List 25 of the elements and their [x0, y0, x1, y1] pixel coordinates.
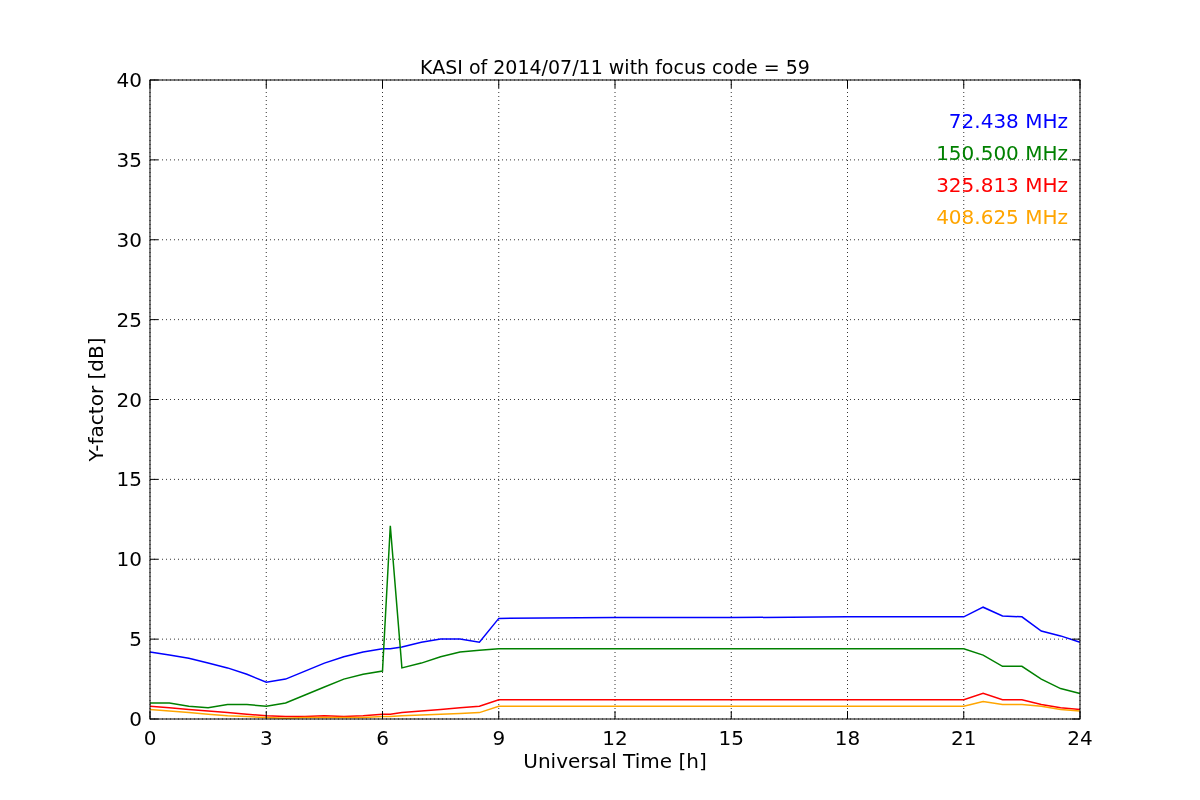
x-tick-label: 0 — [143, 726, 157, 750]
legend-label: 72.438 MHz — [948, 109, 1068, 133]
y-tick-label: 15 — [116, 467, 142, 492]
y-tick-label: 20 — [116, 387, 142, 412]
x-tick-label: 21 — [951, 726, 977, 750]
x-tick-label: 6 — [376, 726, 389, 750]
x-tick-label: 18 — [834, 726, 861, 750]
y-tick-label: 10 — [116, 547, 142, 572]
x-tick-label: 3 — [259, 726, 273, 750]
y-tick-label: 30 — [116, 227, 142, 252]
y-tick-label: 0 — [129, 707, 142, 731]
legend-label: 325.813 MHz — [936, 173, 1068, 197]
y-axis-label: Y-factor [dB] — [84, 337, 108, 462]
y-tick-label: 35 — [116, 147, 142, 172]
x-tick-label: 12 — [602, 726, 628, 750]
legend-label: 150.500 MHz — [936, 141, 1068, 165]
x-axis-label: Universal Time [h] — [523, 749, 707, 773]
chart-title: KASI of 2014/07/11 with focus code = 59 — [420, 56, 810, 78]
legend-label: 408.625 MHz — [936, 205, 1068, 229]
y-tick-label: 40 — [116, 68, 142, 92]
x-tick-label: 24 — [1067, 726, 1093, 750]
y-tick-label: 5 — [129, 627, 142, 652]
y-tick-label: 25 — [116, 307, 142, 332]
x-tick-label: 9 — [492, 726, 506, 750]
x-tick-label: 15 — [718, 726, 744, 750]
